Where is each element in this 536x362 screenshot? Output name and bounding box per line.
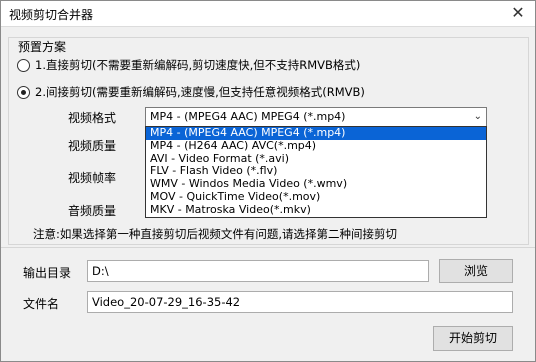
video-format-selected-value: MP4 - (MPEG4 AAC) MPEG4 (*.mp4) (150, 110, 346, 123)
filename-label: 文件名 (23, 297, 60, 311)
cut-mode-note: 注意:如果选择第一种直接剪切后视频文件有问题,请选择第二种间接剪切 (33, 227, 398, 241)
radio-direct-cut[interactable] (17, 58, 30, 72)
browse-button[interactable]: 浏览 (439, 259, 513, 283)
section-divider (1, 247, 535, 248)
filename-input[interactable]: Video_20-07-29_16-35-42 (87, 291, 513, 313)
video-format-dropdown-list: MP4 - (MPEG4 AAC) MPEG4 (*.mp4) MP4 - (H… (145, 126, 487, 218)
preset-option-indirect[interactable]: 2.间接剪切(需要重新编解码,速度慢,但支持任意视频格式(RMVB) (17, 84, 365, 100)
app-window: 视频剪切合并器 ✕ 预置方案 1.直接剪切(不需要重新编解码,剪切速度快,但不支… (0, 0, 536, 362)
radio-direct-cut-label: 1.直接剪切(不需要重新编解码,剪切速度快,但不支持RMVB格式) (35, 58, 361, 72)
audio-quality-label: 音频质量 (68, 204, 117, 218)
title-bar: 视频剪切合并器 ✕ (1, 1, 535, 27)
preset-option-direct[interactable]: 1.直接剪切(不需要重新编解码,剪切速度快,但不支持RMVB格式) (17, 57, 360, 73)
video-quality-label: 视频质量 (68, 139, 117, 153)
video-format-select[interactable]: MP4 - (MPEG4 AAC) MPEG4 (*.mp4) ⌄ (145, 107, 487, 127)
output-dir-input[interactable]: D:\ (87, 260, 429, 282)
format-option-mov[interactable]: MOV - QuickTime Video(*.mov) (146, 190, 486, 204)
video-format-label: 视频格式 (68, 111, 117, 125)
format-option-mp4-mpeg4[interactable]: MP4 - (MPEG4 AAC) MPEG4 (*.mp4) (146, 126, 486, 140)
preset-group-label: 预置方案 (15, 38, 70, 55)
radio-indirect-cut[interactable] (17, 85, 30, 99)
format-option-mp4-h264[interactable]: MP4 - (H264 AAC) AVC(*.mp4) (146, 139, 486, 153)
video-framerate-label: 视频帧率 (68, 171, 117, 185)
chevron-down-icon[interactable]: ⌄ (474, 108, 482, 126)
radio-indirect-cut-label: 2.间接剪切(需要重新编解码,速度慢,但支持任意视频格式(RMVB) (35, 85, 365, 99)
format-option-mkv[interactable]: MKV - Matroska Video(*.mkv) (146, 203, 486, 217)
start-cut-button[interactable]: 开始剪切 (433, 326, 513, 351)
output-dir-label: 输出目录 (23, 266, 72, 280)
window-title: 视频剪切合并器 (9, 8, 94, 22)
close-icon[interactable]: ✕ (501, 1, 535, 26)
